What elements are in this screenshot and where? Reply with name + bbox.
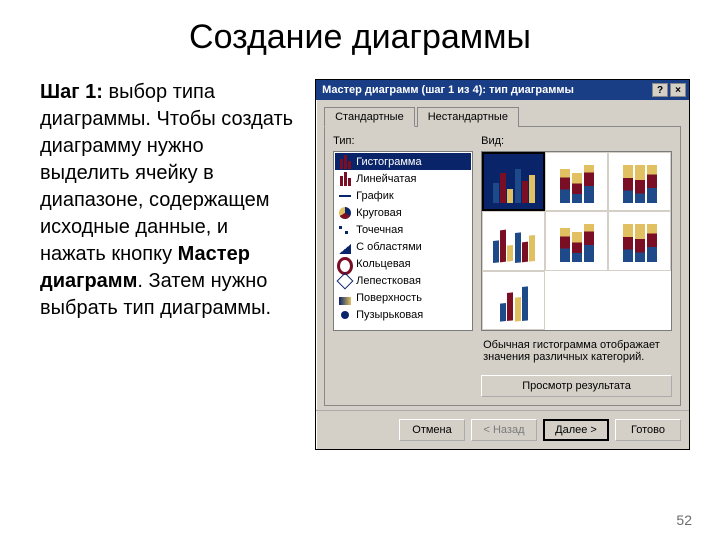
chart-type-item[interactable]: Гистограмма <box>335 153 471 170</box>
chart-wizard-dialog: Мастер диаграмм (шаг 1 из 4): тип диагра… <box>315 79 690 450</box>
scatter-icon <box>337 223 353 237</box>
line-icon <box>337 189 353 203</box>
chart-type-label: Точечная <box>356 224 403 236</box>
chart-type-item[interactable]: Круговая <box>335 204 471 221</box>
subtype-grid <box>481 151 672 331</box>
subtype-clustered-column[interactable] <box>482 152 545 211</box>
back-button[interactable]: < Назад <box>471 419 537 441</box>
subtype-3d-column[interactable] <box>482 271 545 330</box>
subtype-description: Обычная гистограмма отображает значения … <box>481 337 672 371</box>
bars-icon <box>337 155 353 169</box>
body-part-1: выбор типа диаграммы. Чтобы создать диаг… <box>40 81 293 265</box>
view-label: Вид: <box>481 135 672 147</box>
chart-type-item[interactable]: Лепестковая <box>335 272 471 289</box>
chart-type-item[interactable]: Пузырьковая <box>335 306 471 323</box>
chart-type-label: Круговая <box>356 207 402 219</box>
body-text: Шаг 1: выбор типа диаграммы. Чтобы созда… <box>30 79 297 450</box>
slide-title: Создание диаграммы <box>30 18 690 57</box>
chart-type-label: Линейчатая <box>356 173 416 185</box>
pie-icon <box>337 206 353 220</box>
subtype-3d-100-stacked-column[interactable] <box>608 211 671 270</box>
preview-button[interactable]: Просмотр результата <box>481 375 672 397</box>
ring-icon <box>337 257 353 271</box>
chart-type-item[interactable]: Поверхность <box>335 289 471 306</box>
type-label: Тип: <box>333 135 473 147</box>
chart-type-list[interactable]: Гистограмма Линейчатая График Круговая Точеч… <box>333 151 473 331</box>
radar-icon <box>337 274 353 288</box>
chart-type-label: С областями <box>356 241 422 253</box>
bubble-icon <box>337 308 353 322</box>
chart-type-label: Лепестковая <box>356 275 421 287</box>
dialog-button-row: Отмена < Назад Далее > Готово <box>316 410 689 449</box>
subtype-3d-clustered-column[interactable] <box>482 211 545 270</box>
chart-type-item[interactable]: Кольцевая <box>335 255 471 272</box>
tab-standard[interactable]: Стандартные <box>324 107 415 127</box>
page-number: 52 <box>676 512 692 528</box>
step-label: Шаг 1: <box>40 81 103 103</box>
subtype-stacked-column[interactable] <box>545 152 608 211</box>
tabstrip: Стандартные Нестандартные <box>324 106 681 127</box>
chart-type-label: График <box>356 190 394 202</box>
chart-type-item[interactable]: С областями <box>335 238 471 255</box>
subtype-100-stacked-column[interactable] <box>608 152 671 211</box>
bars-icon <box>337 172 353 186</box>
finish-button[interactable]: Готово <box>615 419 681 441</box>
area-icon <box>337 240 353 254</box>
chart-type-item[interactable]: Линейчатая <box>335 170 471 187</box>
surf-icon <box>337 291 353 305</box>
subtype-3d-stacked-column[interactable] <box>545 211 608 270</box>
chart-type-label: Кольцевая <box>356 258 411 270</box>
chart-type-label: Поверхность <box>356 292 422 304</box>
chart-type-label: Гистограмма <box>356 156 422 168</box>
close-button[interactable]: × <box>670 83 686 97</box>
cancel-button[interactable]: Отмена <box>399 419 465 441</box>
chart-type-item[interactable]: Точечная <box>335 221 471 238</box>
chart-type-item[interactable]: График <box>335 187 471 204</box>
next-button[interactable]: Далее > <box>543 419 609 441</box>
dialog-titlebar[interactable]: Мастер диаграмм (шаг 1 из 4): тип диагра… <box>316 80 689 100</box>
help-button[interactable]: ? <box>652 83 668 97</box>
chart-type-label: Пузырьковая <box>356 309 423 321</box>
tab-custom[interactable]: Нестандартные <box>417 107 519 127</box>
dialog-title: Мастер диаграмм (шаг 1 из 4): тип диагра… <box>322 84 650 96</box>
